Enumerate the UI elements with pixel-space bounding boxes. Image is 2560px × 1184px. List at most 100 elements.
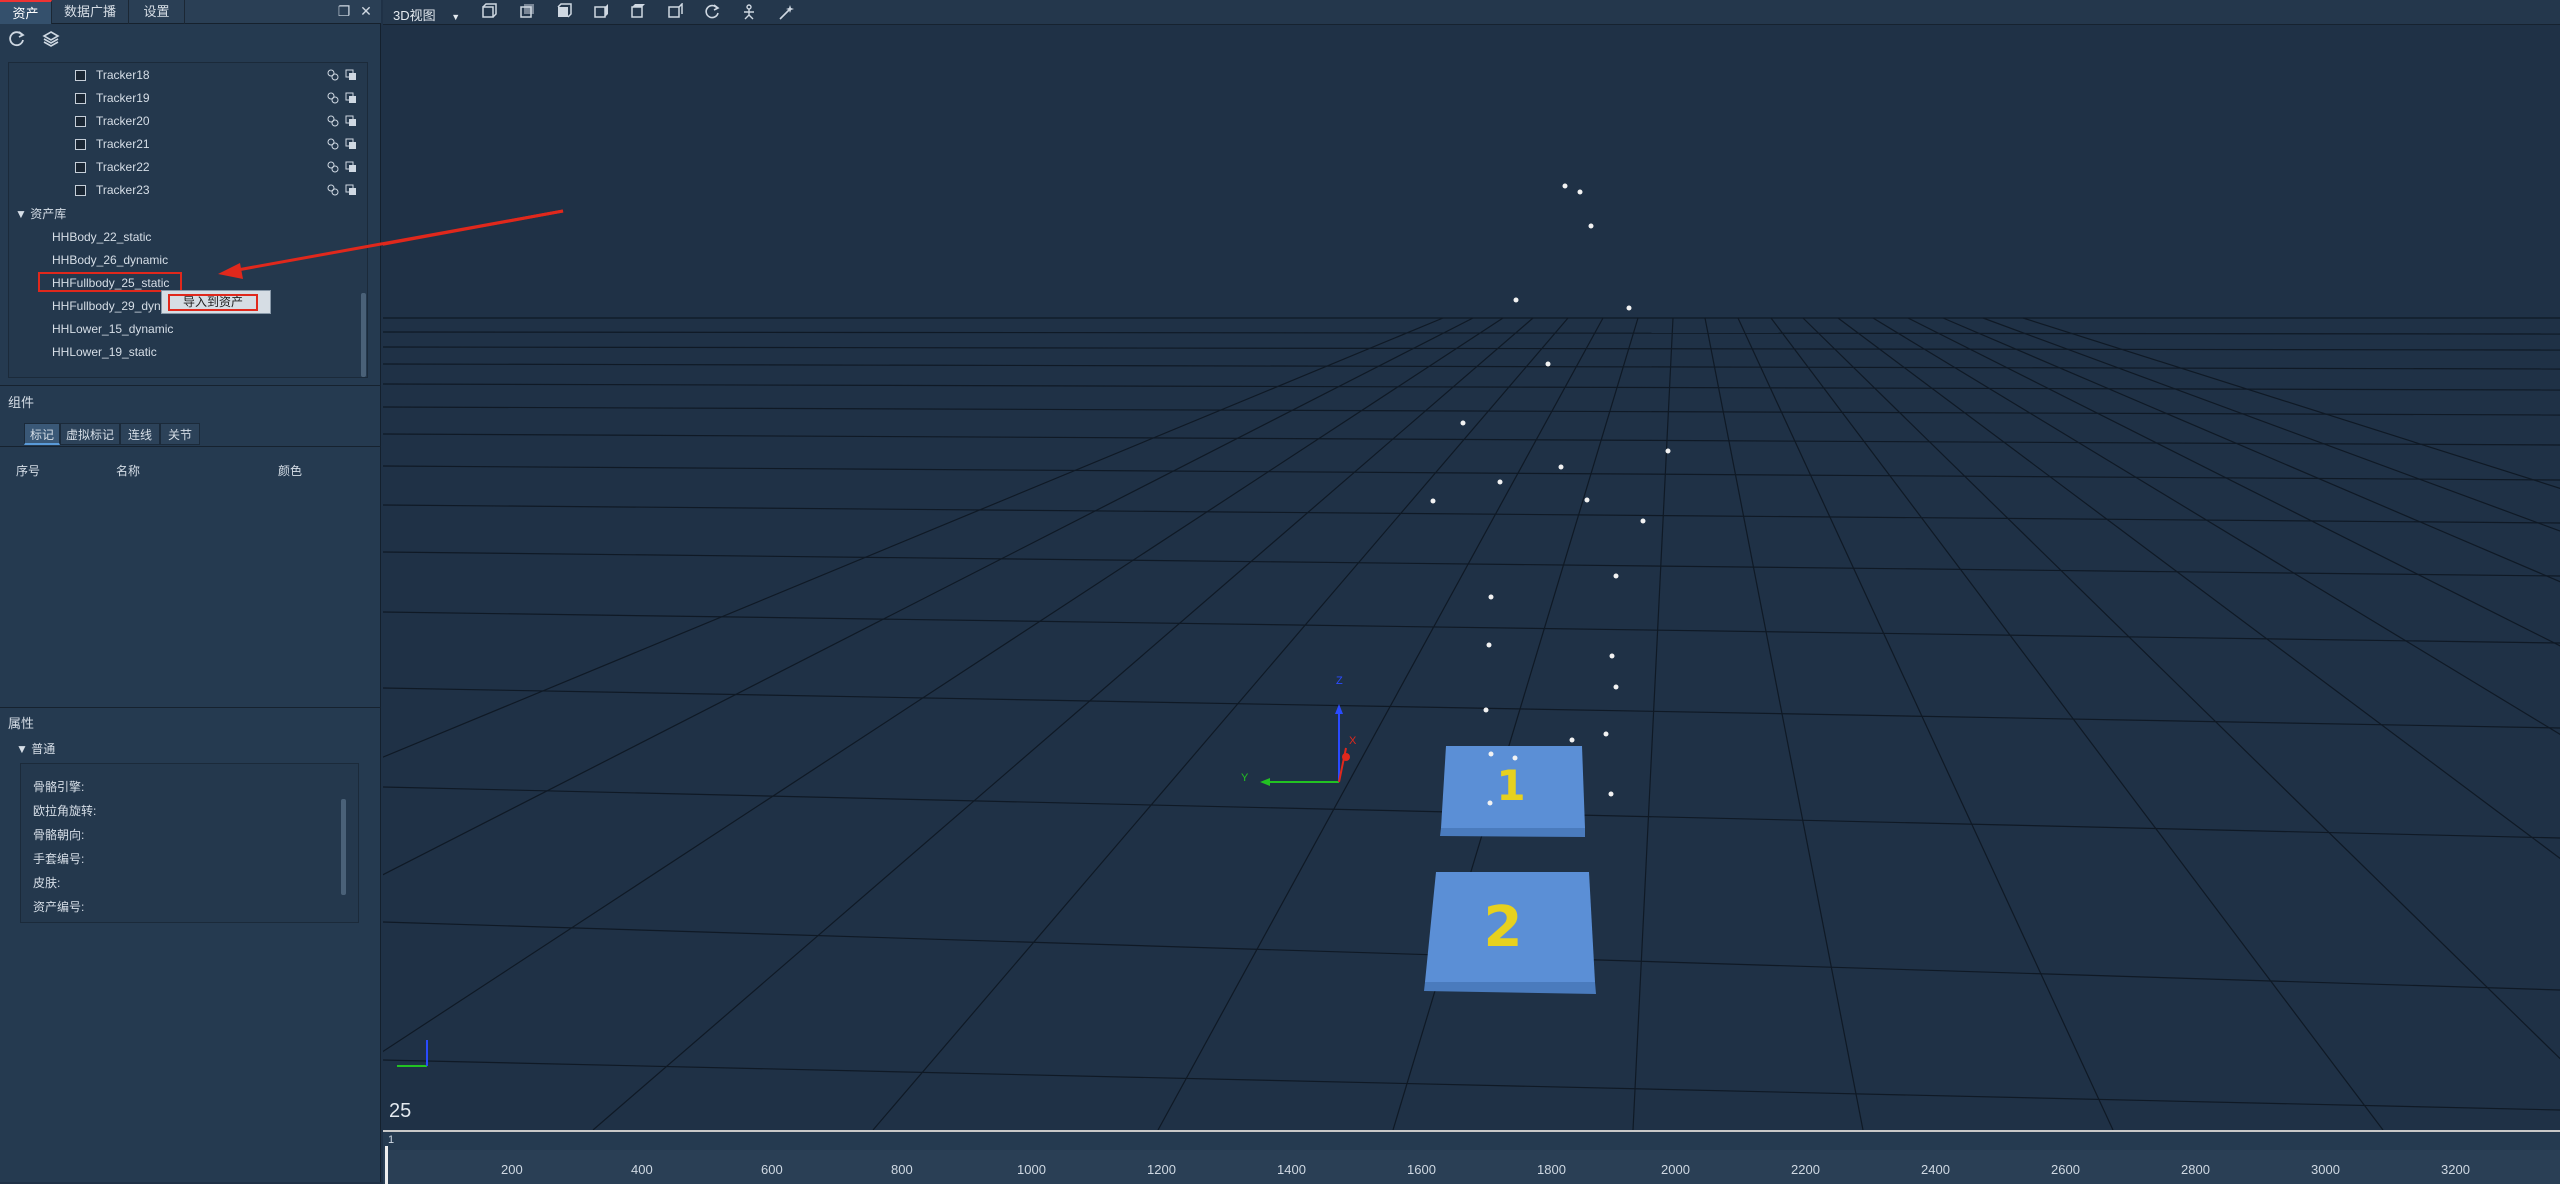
- asset-library-node[interactable]: ▼ 资产库: [15, 205, 66, 222]
- divider: [0, 707, 381, 708]
- tab-markers[interactable]: 标记: [24, 423, 60, 445]
- view-mode-dropdown[interactable]: 3D视图 ▼: [393, 5, 460, 24]
- view-right-icon[interactable]: [592, 3, 610, 21]
- refresh-icon[interactable]: [7, 29, 27, 49]
- panel-tabs: 资产 数据广播 设置 ❐ ✕: [0, 0, 381, 24]
- view-left-icon[interactable]: [555, 3, 573, 21]
- tracker-checkbox[interactable]: [75, 185, 86, 196]
- library-item[interactable]: HHBody_26_dynamic: [52, 253, 168, 267]
- copy-icon[interactable]: [345, 161, 357, 173]
- timeline-tick: 2000: [1661, 1162, 1690, 1177]
- tracker-row[interactable]: Tracker21: [9, 134, 367, 156]
- view-back-icon[interactable]: [518, 3, 536, 21]
- frame-counter: 25: [389, 1100, 412, 1122]
- tracker-checkbox[interactable]: [75, 139, 86, 150]
- tracker-label: Tracker18: [96, 68, 150, 82]
- timeline-tick: 1200: [1147, 1162, 1176, 1177]
- timeline-tick: 200: [501, 1162, 523, 1177]
- copy-icon[interactable]: [345, 92, 357, 104]
- visibility-icon[interactable]: [327, 161, 339, 173]
- tracker-checkbox[interactable]: [75, 162, 86, 173]
- view-front-icon[interactable]: [480, 3, 498, 21]
- reset-view-icon[interactable]: [703, 3, 721, 21]
- visibility-icon[interactable]: [327, 138, 339, 150]
- force-plate-1: 1: [1440, 746, 1585, 837]
- tab-connections[interactable]: 连线: [120, 423, 160, 445]
- copy-icon[interactable]: [345, 115, 357, 127]
- timeline-tick: 1400: [1277, 1162, 1306, 1177]
- tree-scrollbar[interactable]: [361, 293, 366, 377]
- properties-title: 属性: [8, 716, 35, 731]
- context-menu: 导入到资产: [161, 290, 271, 314]
- 3d-viewport[interactable]: 1 2 Y Z X 3D视图 ▼ 25: [383, 0, 2560, 1130]
- skeleton-icon[interactable]: [740, 3, 758, 21]
- tab-data-broadcast[interactable]: 数据广播: [52, 0, 129, 24]
- library-item[interactable]: HHLower_19_static: [52, 345, 157, 359]
- visibility-icon[interactable]: [327, 184, 339, 196]
- timeline-tick: 3000: [2311, 1162, 2340, 1177]
- chevron-down-icon: ▼: [451, 12, 461, 22]
- tracker-row[interactable]: Tracker19: [9, 88, 367, 110]
- tracker-checkbox[interactable]: [75, 70, 86, 81]
- properties-scrollbar[interactable]: [341, 799, 346, 895]
- timeline-tick: 600: [761, 1162, 783, 1177]
- library-item[interactable]: HHLower_15_dynamic: [52, 322, 173, 336]
- general-group[interactable]: ▼ 普通: [16, 740, 55, 757]
- prop-skin: 皮肤:: [33, 876, 61, 890]
- asset-panel: 资产 数据广播 设置 ❐ ✕ Tracker18 Tracker19 Track…: [0, 0, 381, 1182]
- tab-joints[interactable]: 关节: [160, 423, 200, 445]
- tracker-row[interactable]: Tracker20: [9, 111, 367, 133]
- tracker-checkbox[interactable]: [75, 93, 86, 104]
- 3d-scene[interactable]: 1 2 Y Z X: [383, 0, 2560, 1130]
- timeline-tick: 1800: [1537, 1162, 1566, 1177]
- library-item[interactable]: HHFullbody_29_dyn: [52, 299, 161, 313]
- copy-icon[interactable]: [345, 138, 357, 150]
- components-title: 组件: [8, 395, 35, 410]
- marker-cloud: [1430, 183, 1671, 806]
- tracker-row[interactable]: Tracker22: [9, 157, 367, 179]
- tab-virtual-markers[interactable]: 虚拟标记: [60, 423, 120, 445]
- column-index: 序号: [16, 464, 41, 478]
- arrow-shaft: [383, 0, 563, 211]
- copy-icon[interactable]: [345, 184, 357, 196]
- axis-z-label: Z: [1336, 675, 1343, 687]
- tab-assets[interactable]: 资产: [0, 0, 52, 24]
- prop-bone-orientation: 骨骼朝向:: [33, 828, 85, 842]
- asset-tree: Tracker18 Tracker19 Tracker20 Tracker21 …: [8, 62, 368, 378]
- caret-down-icon[interactable]: ▼: [15, 207, 27, 221]
- timeline[interactable]: 1 200 400 600 800 1000 1200 1400 1600 18…: [383, 1130, 2560, 1184]
- view-bottom-icon[interactable]: [666, 2, 684, 21]
- asset-library-label: 资产库: [30, 207, 67, 221]
- timeline-tick: 1600: [1407, 1162, 1436, 1177]
- caret-down-icon[interactable]: ▼: [16, 742, 28, 756]
- divider: [0, 385, 381, 386]
- view-top-icon[interactable]: [629, 3, 647, 21]
- visibility-icon[interactable]: [327, 92, 339, 104]
- visibility-icon[interactable]: [327, 69, 339, 81]
- tracker-row[interactable]: Tracker23: [9, 180, 367, 202]
- timeline-start-frame: 1: [388, 1134, 395, 1146]
- timeline-tick: 2800: [2181, 1162, 2210, 1177]
- close-icon[interactable]: ✕: [358, 3, 374, 19]
- plate-label-2: 2: [1484, 895, 1523, 960]
- float-window-icon[interactable]: ❐: [336, 3, 352, 19]
- import-to-asset-menu-item[interactable]: 导入到资产: [168, 294, 258, 311]
- visibility-icon[interactable]: [327, 115, 339, 127]
- selected-item-highlight: [38, 272, 182, 292]
- timeline-tick: 1000: [1017, 1162, 1046, 1177]
- library-item[interactable]: HHBody_22_static: [52, 230, 151, 244]
- timeline-track[interactable]: [383, 1150, 2560, 1184]
- layers-icon[interactable]: [41, 29, 61, 49]
- timeline-tick: 2600: [2051, 1162, 2080, 1177]
- copy-icon[interactable]: [345, 69, 357, 81]
- tracker-checkbox[interactable]: [75, 116, 86, 127]
- tracker-row[interactable]: Tracker18: [9, 65, 367, 87]
- tab-settings[interactable]: 设置: [129, 0, 185, 24]
- axis-y-label: Y: [1241, 772, 1249, 784]
- timeline-playhead[interactable]: [385, 1146, 388, 1184]
- marker-wand-icon[interactable]: [777, 3, 795, 21]
- tracker-label: Tracker20: [96, 114, 150, 128]
- axis-gizmo: [397, 1040, 428, 1067]
- timeline-tick: 3200: [2441, 1162, 2470, 1177]
- column-color: 颜色: [278, 464, 303, 478]
